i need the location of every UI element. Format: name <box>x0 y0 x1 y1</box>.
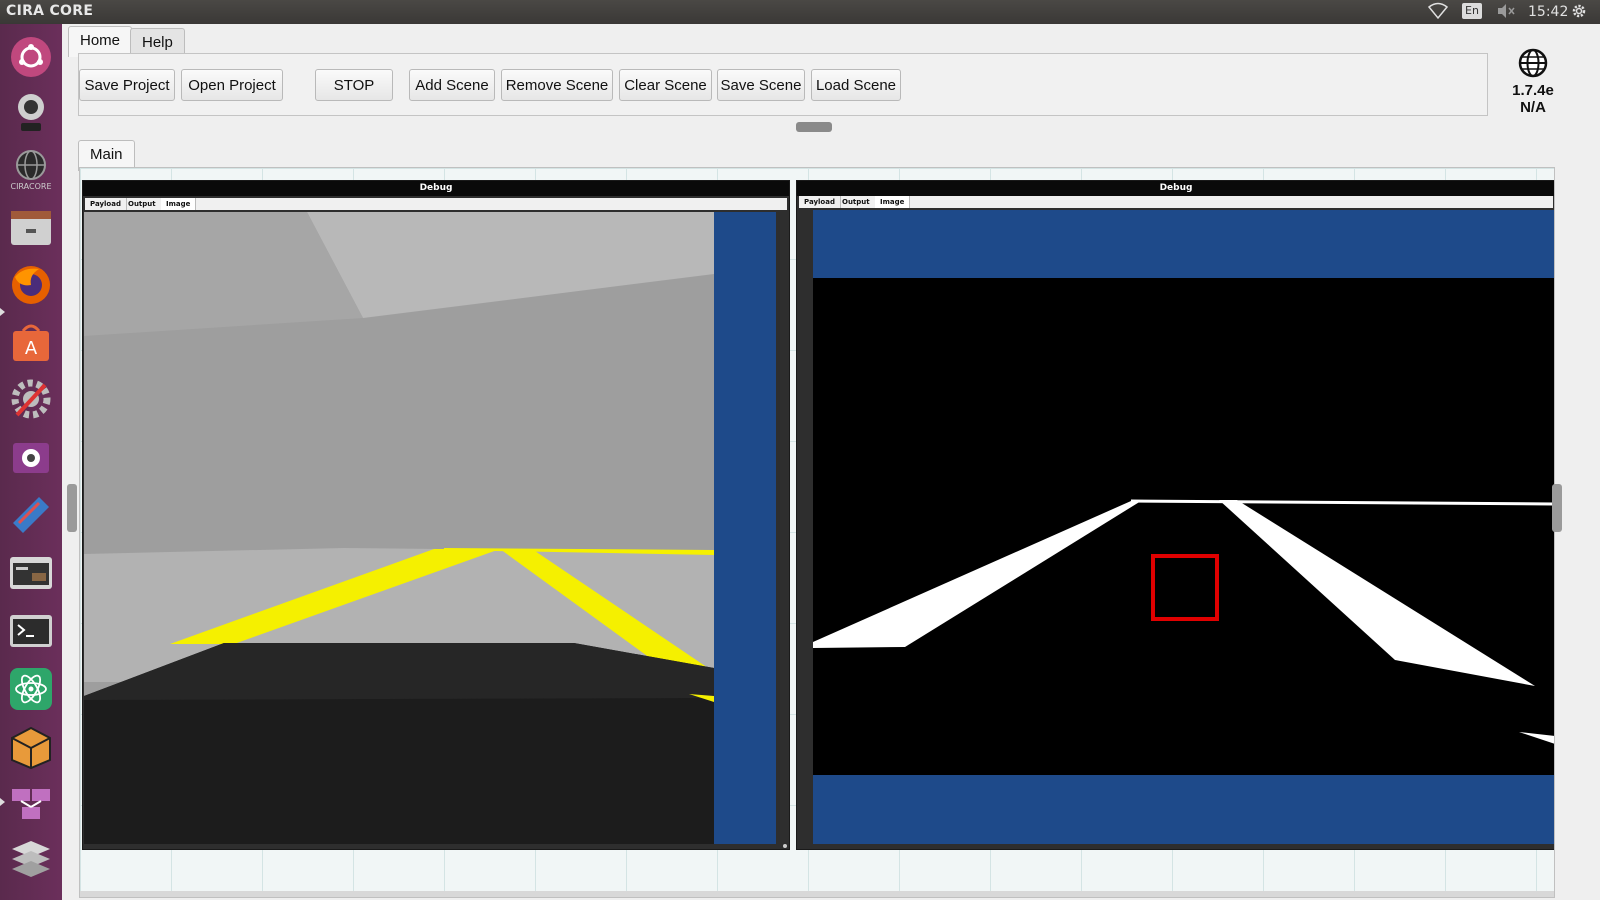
firefox-icon[interactable] <box>6 260 56 310</box>
right-collapse-handle[interactable] <box>1552 484 1562 532</box>
node-tab-bar: Payload Output Image <box>85 198 787 210</box>
language-indicator[interactable]: En <box>1462 3 1482 19</box>
svg-text:A: A <box>25 338 38 359</box>
app-title: CIRA CORE <box>6 3 94 19</box>
package-icon[interactable] <box>6 722 56 772</box>
terminal-window-icon[interactable] <box>6 548 56 598</box>
webcam-icon[interactable] <box>6 88 56 138</box>
version-number: 1.7.4e <box>1512 82 1554 99</box>
lane-mask-image <box>813 210 1554 844</box>
running-indicator <box>0 798 5 806</box>
stop-button[interactable]: STOP <box>315 69 393 101</box>
version-status: N/A <box>1520 99 1546 116</box>
network-icon[interactable] <box>6 778 56 828</box>
lane-mask-view <box>813 210 1554 844</box>
ubuntu-icon[interactable] <box>6 32 56 82</box>
splitter-handle[interactable] <box>796 122 832 132</box>
terminal-icon[interactable] <box>6 606 56 656</box>
tab-output[interactable]: Output <box>123 198 162 210</box>
tab-payload[interactable]: Payload <box>85 198 127 210</box>
road-camera-image <box>84 212 776 844</box>
camera-image-view <box>84 212 776 844</box>
clock[interactable]: 15:42 <box>1528 2 1568 22</box>
clear-scene-button[interactable]: Clear Scene <box>619 69 712 101</box>
tab-output[interactable]: Output <box>837 196 876 208</box>
settings-gear-icon[interactable] <box>1570 2 1590 22</box>
node-tab-bar: Payload Output Image <box>799 196 1553 208</box>
software-center-icon[interactable]: A <box>6 318 56 368</box>
ciracore-window: Home Help Save Project Open Project STOP… <box>62 24 1600 900</box>
layers-icon[interactable] <box>6 832 56 882</box>
wifi-icon[interactable] <box>1427 2 1450 22</box>
add-scene-button[interactable]: Add Scene <box>409 69 495 101</box>
system-top-bar: CIRA CORE En 15:42 <box>0 0 1600 24</box>
media-player-icon[interactable] <box>6 432 56 482</box>
canvas-footer <box>80 891 1554 897</box>
tab-image[interactable]: Image <box>161 198 197 210</box>
volume-muted-icon[interactable] <box>1496 2 1516 22</box>
toolbar: Save Project Open Project STOP Add Scene… <box>78 53 1488 116</box>
open-project-button[interactable]: Open Project <box>181 69 283 101</box>
arduino-icon[interactable] <box>6 490 56 540</box>
debug-node-right[interactable]: Debug Payload Output Image <box>796 180 1554 850</box>
version-panel: 1.7.4e N/A <box>1497 48 1569 116</box>
running-indicator <box>0 308 5 316</box>
ciracore-globe-icon <box>1497 48 1569 82</box>
save-project-button[interactable]: Save Project <box>79 69 175 101</box>
scene-canvas[interactable]: Debug Payload Output Image Debug Payload… <box>79 167 1555 898</box>
node-title: Debug <box>83 181 789 196</box>
save-scene-button[interactable]: Save Scene <box>717 69 805 101</box>
ciracore-icon[interactable]: CIRACORE <box>6 144 56 194</box>
left-collapse-handle[interactable] <box>67 484 77 532</box>
resize-grip[interactable] <box>783 844 787 848</box>
node-title: Debug <box>797 181 1554 196</box>
launcher-dock: CIRACORE A <box>0 24 62 900</box>
remove-scene-button[interactable]: Remove Scene <box>501 69 613 101</box>
ciracore-label: CIRACORE <box>10 181 52 191</box>
tab-payload[interactable]: Payload <box>799 196 841 208</box>
files-icon[interactable] <box>6 202 56 252</box>
debug-node-left[interactable]: Debug Payload Output Image <box>82 180 790 850</box>
settings-tools-icon[interactable] <box>6 374 56 424</box>
tab-image[interactable]: Image <box>875 196 911 208</box>
load-scene-button[interactable]: Load Scene <box>811 69 901 101</box>
atom-icon[interactable] <box>6 664 56 714</box>
